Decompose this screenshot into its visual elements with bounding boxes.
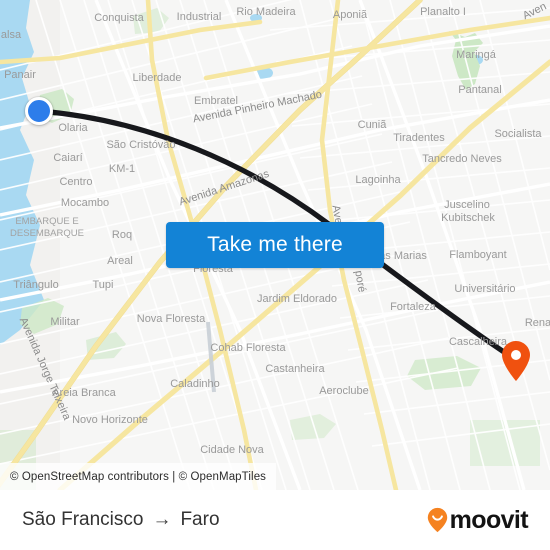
- svg-text:Novo Horizonte: Novo Horizonte: [72, 414, 148, 426]
- svg-text:Cuniã: Cuniã: [358, 119, 388, 131]
- svg-text:São Cristóvão: São Cristóvão: [106, 139, 175, 151]
- svg-text:Nova Floresta: Nova Floresta: [137, 313, 206, 325]
- svg-text:Industrial: Industrial: [177, 11, 222, 23]
- svg-text:Cohab Floresta: Cohab Floresta: [210, 342, 286, 354]
- svg-text:Roq: Roq: [112, 229, 132, 241]
- svg-text:Socialista: Socialista: [494, 128, 542, 140]
- svg-text:Cidade Nova: Cidade Nova: [200, 444, 264, 456]
- svg-text:Jardim Eldorado: Jardim Eldorado: [257, 293, 337, 305]
- trip-origin-label: São Francisco: [22, 509, 144, 530]
- svg-text:Areal: Areal: [107, 255, 133, 267]
- map-canvas[interactable]: Conquista Industrial Rio Madeira Aponiã …: [0, 0, 550, 490]
- destination-pin-marker[interactable]: [500, 340, 532, 382]
- trip-footer: São Francisco → Faro moovit: [0, 490, 550, 550]
- svg-text:Tiradentes: Tiradentes: [393, 132, 445, 144]
- svg-text:Caiarí: Caiarí: [53, 152, 82, 164]
- svg-text:Pantanal: Pantanal: [458, 84, 501, 96]
- trip-destination-label: Faro: [180, 509, 220, 530]
- svg-text:alsa: alsa: [1, 29, 22, 41]
- svg-text:Tancredo Neves: Tancredo Neves: [422, 153, 502, 165]
- svg-text:Panair: Panair: [4, 69, 36, 81]
- svg-text:Flamboyant: Flamboyant: [449, 249, 506, 261]
- take-me-there-label: Take me there: [207, 233, 343, 256]
- moovit-wordmark: moovit: [449, 505, 529, 534]
- svg-text:KM-1: KM-1: [109, 163, 135, 175]
- svg-text:Caladinho: Caladinho: [170, 378, 220, 390]
- svg-text:EMBARQUE E: EMBARQUE E: [15, 216, 78, 227]
- svg-text:Tupi: Tupi: [93, 279, 114, 291]
- svg-text:Castanheira: Castanheira: [265, 363, 325, 375]
- svg-text:Rena: Rena: [525, 317, 550, 329]
- attribution-text: © OpenStreetMap contributors | © OpenMap…: [10, 470, 267, 483]
- svg-text:Aponiã: Aponiã: [333, 9, 368, 21]
- take-me-there-button[interactable]: Take me there: [166, 222, 384, 268]
- moovit-pin-icon: [427, 507, 447, 533]
- svg-text:Universitário: Universitário: [454, 283, 515, 295]
- svg-text:ás Marias: ás Marias: [379, 250, 427, 262]
- origin-dot-marker[interactable]: [25, 97, 53, 125]
- moovit-trip-map-screen: Conquista Industrial Rio Madeira Aponiã …: [0, 0, 550, 550]
- svg-text:Olaria: Olaria: [58, 122, 88, 134]
- svg-text:Lagoinha: Lagoinha: [355, 174, 401, 186]
- svg-text:Triângulo: Triângulo: [13, 279, 58, 291]
- svg-text:Planalto I: Planalto I: [420, 6, 466, 18]
- svg-text:Militar: Militar: [50, 316, 80, 328]
- map-pin-icon: [502, 341, 530, 381]
- svg-text:Maringá: Maringá: [456, 49, 497, 61]
- svg-text:Aeroclube: Aeroclube: [319, 385, 369, 397]
- svg-text:Centro: Centro: [59, 176, 92, 188]
- svg-text:Mocambo: Mocambo: [61, 197, 109, 209]
- svg-text:Rio Madeira: Rio Madeira: [236, 6, 296, 18]
- map-attribution[interactable]: © OpenStreetMap contributors | © OpenMap…: [0, 463, 277, 490]
- arrow-right-icon: →: [152, 509, 172, 530]
- svg-text:DESEMBARQUE: DESEMBARQUE: [10, 228, 84, 239]
- svg-text:Fortaleza: Fortaleza: [390, 301, 437, 313]
- trip-route-title: São Francisco → Faro: [22, 509, 220, 531]
- svg-text:Kubitschek: Kubitschek: [441, 212, 495, 224]
- svg-text:Liberdade: Liberdade: [133, 72, 182, 84]
- svg-text:Conquista: Conquista: [94, 12, 144, 24]
- svg-text:Juscelino: Juscelino: [444, 199, 490, 211]
- moovit-logo[interactable]: moovit: [427, 505, 529, 534]
